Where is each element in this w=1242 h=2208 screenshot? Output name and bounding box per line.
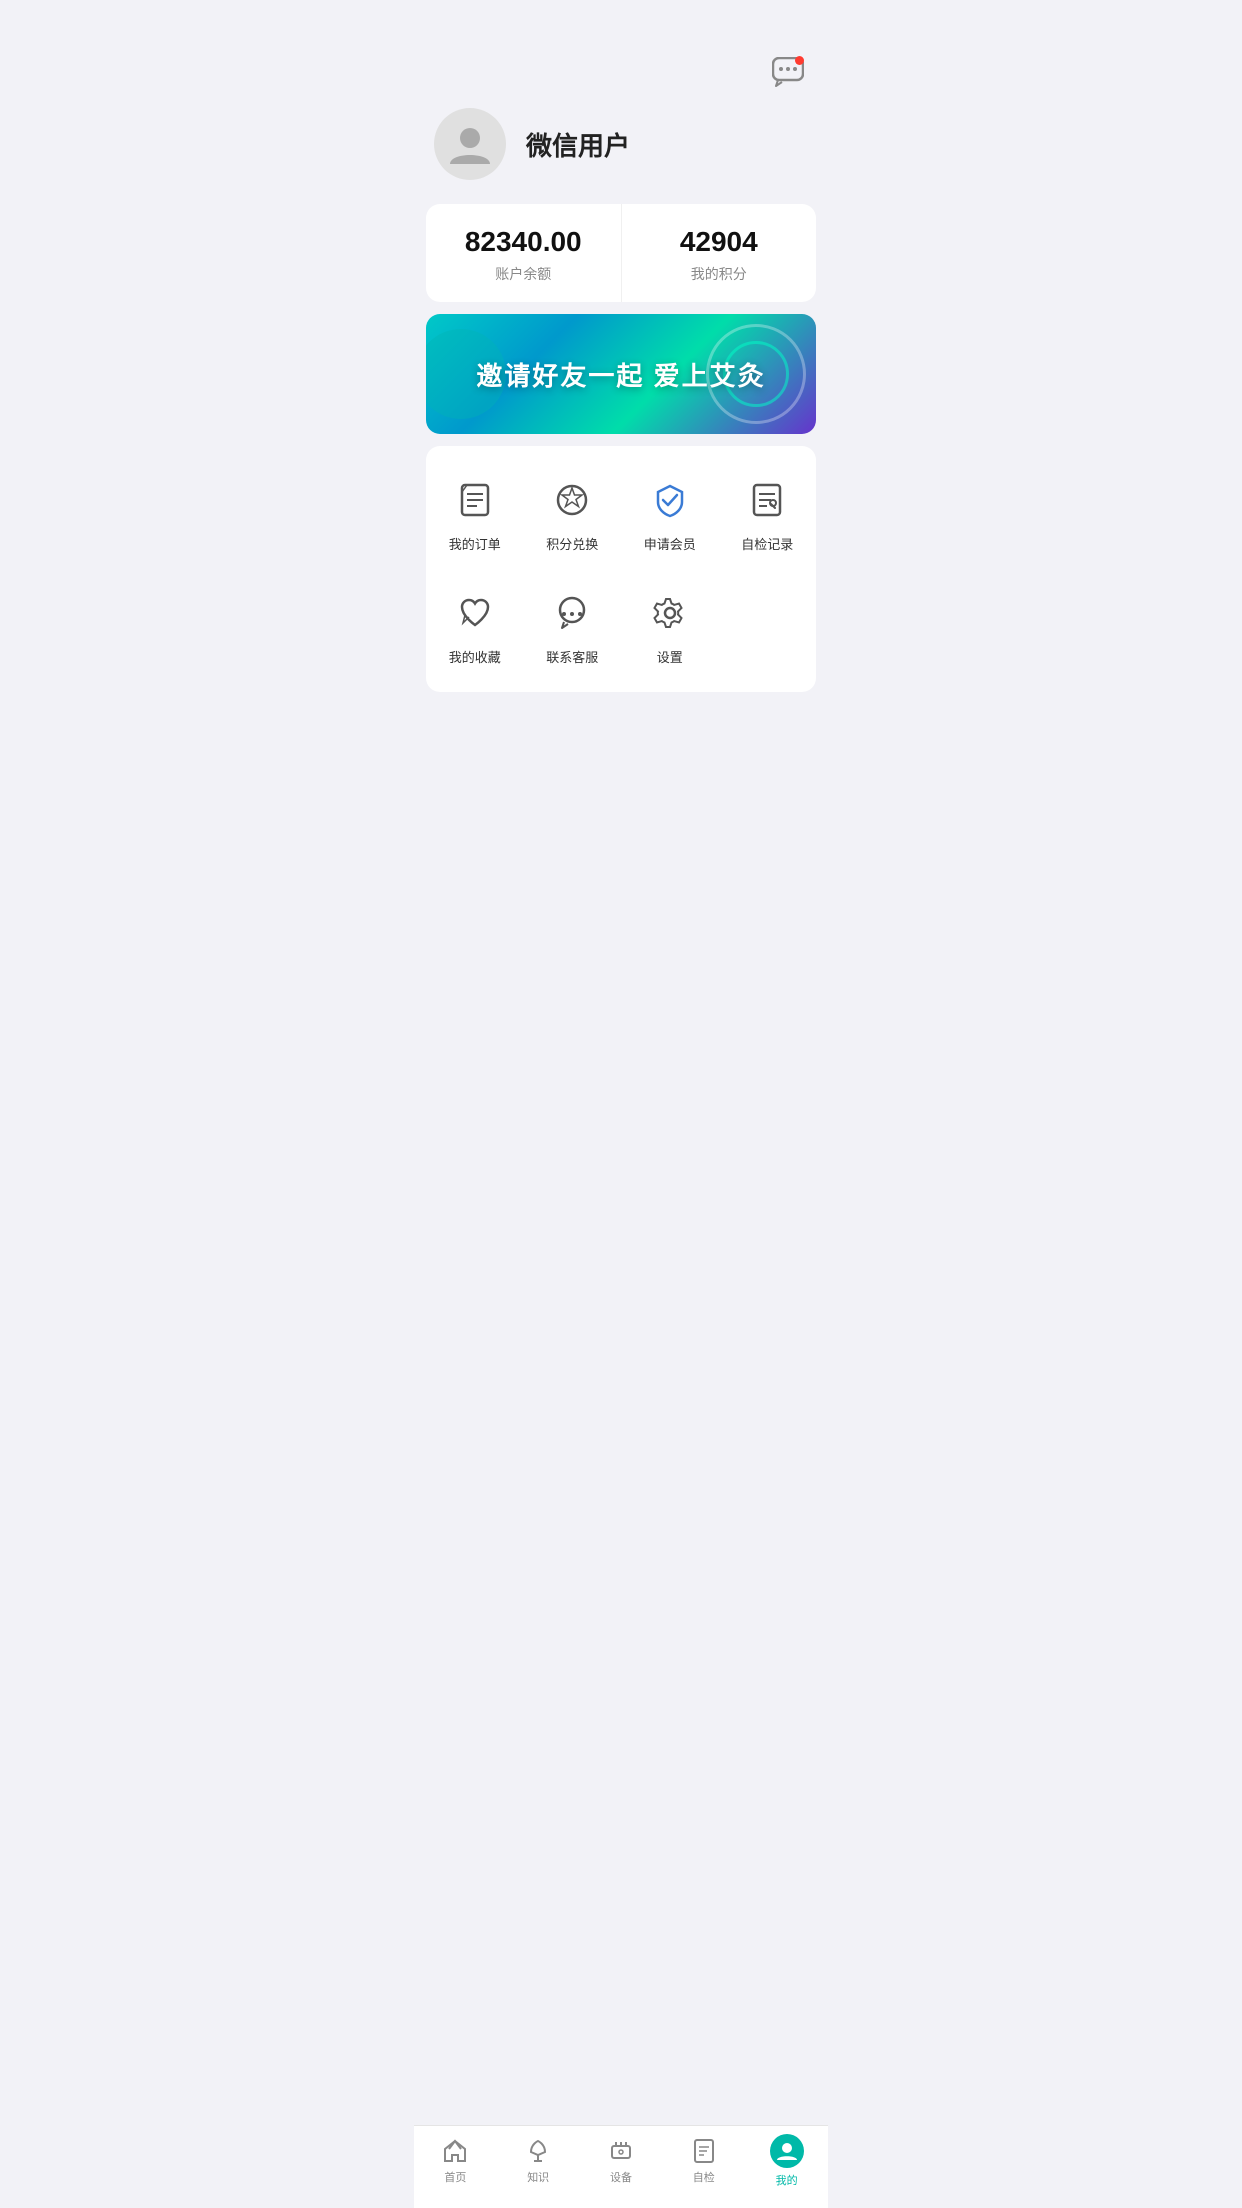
knowledge-icon (524, 2137, 552, 2165)
points-value: 42904 (638, 226, 801, 258)
selfcheck-record-icon (743, 476, 791, 524)
menu-row-2: 我的收藏 联系客服 设置 (426, 569, 816, 682)
service-icon (548, 589, 596, 637)
username: 微信用户 (526, 126, 630, 163)
menu-item-empty (719, 569, 817, 682)
member-icon (646, 476, 694, 524)
menu-row-1: 我的订单 积分兑换 申请会员 (426, 456, 816, 569)
home-nav-label: 首页 (444, 2169, 466, 2185)
balance-card[interactable]: 82340.00 账户余额 (426, 204, 622, 302)
user-avatar-icon (448, 122, 492, 166)
nav-item-mine[interactable]: 我的 (757, 2134, 817, 2188)
bottom-nav: 首页 知识 设备 (414, 2125, 828, 2208)
mine-avatar-icon (776, 2140, 798, 2162)
settings-icon (646, 589, 694, 637)
message-button[interactable] (768, 52, 808, 92)
profile-section: 微信用户 (414, 92, 828, 204)
points-icon (548, 476, 596, 524)
banner-text: 邀请好友一起 爱上艾灸 (476, 356, 765, 393)
menu-item-selfcheck[interactable]: 自检记录 (719, 456, 817, 569)
nav-item-device[interactable]: 设备 (591, 2137, 651, 2185)
service-label: 联系客服 (546, 647, 598, 666)
menu-item-service[interactable]: 联系客服 (524, 569, 622, 682)
avatar[interactable] (434, 108, 506, 180)
menu-item-points[interactable]: 积分兑换 (524, 456, 622, 569)
favorites-icon (451, 589, 499, 637)
orders-label: 我的订单 (449, 534, 501, 553)
settings-label: 设置 (657, 647, 683, 666)
status-bar (414, 0, 828, 44)
knowledge-nav-label: 知识 (527, 2169, 549, 2185)
device-nav-label: 设备 (610, 2169, 632, 2185)
balance-value: 82340.00 (442, 226, 605, 258)
nav-item-selfcheck[interactable]: 自检 (674, 2137, 734, 2185)
menu-item-member[interactable]: 申请会员 (621, 456, 719, 569)
selfcheck-nav-label: 自检 (693, 2169, 715, 2185)
nav-item-home[interactable]: 首页 (425, 2137, 485, 2185)
selfcheck-record-label: 自检记录 (741, 534, 793, 553)
member-label: 申请会员 (644, 534, 696, 553)
points-card[interactable]: 42904 我的积分 (622, 204, 817, 302)
device-icon (607, 2137, 635, 2165)
favorites-label: 我的收藏 (449, 647, 501, 666)
points-label: 我的积分 (638, 264, 801, 284)
menu-item-settings[interactable]: 设置 (621, 569, 719, 682)
notification-dot (795, 56, 804, 65)
empty-content-area (414, 704, 828, 904)
mine-avatar-circle (770, 2134, 804, 2168)
mine-nav-label: 我的 (776, 2172, 798, 2188)
menu-item-orders[interactable]: 我的订单 (426, 456, 524, 569)
nav-item-knowledge[interactable]: 知识 (508, 2137, 568, 2185)
top-bar (414, 44, 828, 92)
menu-section: 我的订单 积分兑换 申请会员 (426, 446, 816, 692)
points-exchange-label: 积分兑换 (546, 534, 598, 553)
banner-background: 邀请好友一起 爱上艾灸 (426, 314, 816, 434)
balance-label: 账户余额 (442, 264, 605, 284)
menu-item-favorites[interactable]: 我的收藏 (426, 569, 524, 682)
stats-section: 82340.00 账户余额 42904 我的积分 (426, 204, 816, 302)
order-icon (451, 476, 499, 524)
selfcheck-nav-icon (690, 2137, 718, 2165)
home-icon (441, 2137, 469, 2165)
banner-section[interactable]: 邀请好友一起 爱上艾灸 (426, 314, 816, 434)
